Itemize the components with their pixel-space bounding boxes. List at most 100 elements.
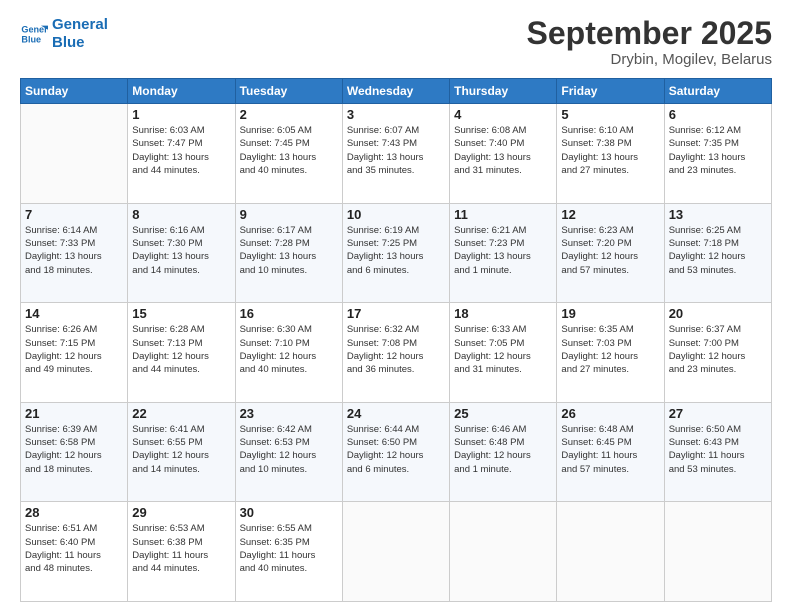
calendar-cell <box>450 502 557 602</box>
day-number: 20 <box>669 306 767 321</box>
calendar-cell <box>21 104 128 204</box>
week-row-2: 7 Sunrise: 6:14 AM Sunset: 7:33 PM Daylig… <box>21 203 772 303</box>
day-number: 17 <box>347 306 445 321</box>
day-info: Sunrise: 6:16 AM Sunset: 7:30 PM Dayligh… <box>132 224 230 277</box>
day-info: Sunrise: 6:28 AM Sunset: 7:13 PM Dayligh… <box>132 323 230 376</box>
day-info: Sunrise: 6:17 AM Sunset: 7:28 PM Dayligh… <box>240 224 338 277</box>
calendar-cell: 19 Sunrise: 6:35 AM Sunset: 7:03 PM Dayli… <box>557 303 664 403</box>
day-number: 6 <box>669 107 767 122</box>
day-number: 28 <box>25 505 123 520</box>
day-number: 25 <box>454 406 552 421</box>
day-info: Sunrise: 6:50 AM Sunset: 6:43 PM Dayligh… <box>669 423 767 476</box>
calendar-cell: 1Sunrise: 6:03 AM Sunset: 7:47 PM Daylig… <box>128 104 235 204</box>
day-info: Sunrise: 6:30 AM Sunset: 7:10 PM Dayligh… <box>240 323 338 376</box>
day-info: Sunrise: 6:55 AM Sunset: 6:35 PM Dayligh… <box>240 522 338 575</box>
col-header-wednesday: Wednesday <box>342 79 449 104</box>
calendar-cell: 20 Sunrise: 6:37 AM Sunset: 7:00 PM Dayli… <box>664 303 771 403</box>
day-number: 15 <box>132 306 230 321</box>
day-number: 18 <box>454 306 552 321</box>
location: Drybin, Mogilev, Belarus <box>527 51 772 68</box>
calendar-cell <box>557 502 664 602</box>
day-number: 14 <box>25 306 123 321</box>
calendar-cell: 27 Sunrise: 6:50 AM Sunset: 6:43 PM Dayli… <box>664 402 771 502</box>
day-number: 2 <box>240 107 338 122</box>
day-info: Sunrise: 6:08 AM Sunset: 7:40 PM Dayligh… <box>454 124 552 177</box>
calendar-cell: 6 Sunrise: 6:12 AM Sunset: 7:35 PM Daylig… <box>664 104 771 204</box>
calendar-cell <box>664 502 771 602</box>
calendar-cell: 26Sunrise: 6:48 AM Sunset: 6:45 PM Dayli… <box>557 402 664 502</box>
day-number: 5 <box>561 107 659 122</box>
calendar-cell: 10Sunrise: 6:19 AM Sunset: 7:25 PM Dayli… <box>342 203 449 303</box>
calendar-cell: 29Sunrise: 6:53 AM Sunset: 6:38 PM Dayli… <box>128 502 235 602</box>
logo-icon: General Blue <box>20 20 48 48</box>
calendar-cell: 28 Sunrise: 6:51 AM Sunset: 6:40 PM Dayli… <box>21 502 128 602</box>
day-info: Sunrise: 6:10 AM Sunset: 7:38 PM Dayligh… <box>561 124 659 177</box>
col-header-thursday: Thursday <box>450 79 557 104</box>
day-number: 27 <box>669 406 767 421</box>
week-row-5: 28 Sunrise: 6:51 AM Sunset: 6:40 PM Dayli… <box>21 502 772 602</box>
day-number: 1 <box>132 107 230 122</box>
day-number: 4 <box>454 107 552 122</box>
day-info: Sunrise: 6:35 AM Sunset: 7:03 PM Dayligh… <box>561 323 659 376</box>
day-number: 12 <box>561 207 659 222</box>
day-info: Sunrise: 6:44 AM Sunset: 6:50 PM Dayligh… <box>347 423 445 476</box>
logo-line1: General <box>52 16 108 34</box>
day-number: 3 <box>347 107 445 122</box>
day-number: 21 <box>25 406 123 421</box>
calendar: SundayMondayTuesdayWednesdayThursdayFrid… <box>20 78 772 602</box>
day-info: Sunrise: 6:05 AM Sunset: 7:45 PM Dayligh… <box>240 124 338 177</box>
col-header-sunday: Sunday <box>21 79 128 104</box>
calendar-cell: 2 Sunrise: 6:05 AM Sunset: 7:45 PM Daylig… <box>235 104 342 204</box>
calendar-cell: 24 Sunrise: 6:44 AM Sunset: 6:50 PM Dayli… <box>342 402 449 502</box>
day-number: 13 <box>669 207 767 222</box>
day-info: Sunrise: 6:41 AM Sunset: 6:55 PM Dayligh… <box>132 423 230 476</box>
day-info: Sunrise: 6:42 AM Sunset: 6:53 PM Dayligh… <box>240 423 338 476</box>
day-number: 19 <box>561 306 659 321</box>
day-info: Sunrise: 6:37 AM Sunset: 7:00 PM Dayligh… <box>669 323 767 376</box>
title-block: September 2025 Drybin, Mogilev, Belarus <box>527 16 772 68</box>
calendar-cell: 25Sunrise: 6:46 AM Sunset: 6:48 PM Dayli… <box>450 402 557 502</box>
calendar-cell: 11Sunrise: 6:21 AM Sunset: 7:23 PM Dayli… <box>450 203 557 303</box>
calendar-cell <box>342 502 449 602</box>
calendar-cell: 21Sunrise: 6:39 AM Sunset: 6:58 PM Dayli… <box>21 402 128 502</box>
day-info: Sunrise: 6:07 AM Sunset: 7:43 PM Dayligh… <box>347 124 445 177</box>
calendar-cell: 12Sunrise: 6:23 AM Sunset: 7:20 PM Dayli… <box>557 203 664 303</box>
col-header-monday: Monday <box>128 79 235 104</box>
day-number: 16 <box>240 306 338 321</box>
calendar-cell: 16 Sunrise: 6:30 AM Sunset: 7:10 PM Dayli… <box>235 303 342 403</box>
calendar-cell: 14Sunrise: 6:26 AM Sunset: 7:15 PM Dayli… <box>21 303 128 403</box>
day-number: 10 <box>347 207 445 222</box>
header: General Blue General Blue September 2025… <box>20 16 772 68</box>
week-row-3: 14Sunrise: 6:26 AM Sunset: 7:15 PM Dayli… <box>21 303 772 403</box>
calendar-header-row: SundayMondayTuesdayWednesdayThursdayFrid… <box>21 79 772 104</box>
day-number: 26 <box>561 406 659 421</box>
day-info: Sunrise: 6:51 AM Sunset: 6:40 PM Dayligh… <box>25 522 123 575</box>
calendar-cell: 4 Sunrise: 6:08 AM Sunset: 7:40 PM Daylig… <box>450 104 557 204</box>
day-info: Sunrise: 6:32 AM Sunset: 7:08 PM Dayligh… <box>347 323 445 376</box>
day-info: Sunrise: 6:53 AM Sunset: 6:38 PM Dayligh… <box>132 522 230 575</box>
calendar-cell: 5 Sunrise: 6:10 AM Sunset: 7:38 PM Daylig… <box>557 104 664 204</box>
day-info: Sunrise: 6:14 AM Sunset: 7:33 PM Dayligh… <box>25 224 123 277</box>
week-row-1: 1Sunrise: 6:03 AM Sunset: 7:47 PM Daylig… <box>21 104 772 204</box>
calendar-cell: 8 Sunrise: 6:16 AM Sunset: 7:30 PM Daylig… <box>128 203 235 303</box>
day-number: 24 <box>347 406 445 421</box>
col-header-saturday: Saturday <box>664 79 771 104</box>
page: General Blue General Blue September 2025… <box>0 0 792 612</box>
calendar-cell: 15 Sunrise: 6:28 AM Sunset: 7:13 PM Dayli… <box>128 303 235 403</box>
day-number: 8 <box>132 207 230 222</box>
calendar-cell: 23 Sunrise: 6:42 AM Sunset: 6:53 PM Dayli… <box>235 402 342 502</box>
day-info: Sunrise: 6:21 AM Sunset: 7:23 PM Dayligh… <box>454 224 552 277</box>
logo: General Blue General Blue <box>20 16 108 52</box>
week-row-4: 21Sunrise: 6:39 AM Sunset: 6:58 PM Dayli… <box>21 402 772 502</box>
calendar-cell: 30Sunrise: 6:55 AM Sunset: 6:35 PM Dayli… <box>235 502 342 602</box>
day-number: 7 <box>25 207 123 222</box>
calendar-cell: 3 Sunrise: 6:07 AM Sunset: 7:43 PM Daylig… <box>342 104 449 204</box>
calendar-cell: 17 Sunrise: 6:32 AM Sunset: 7:08 PM Dayli… <box>342 303 449 403</box>
calendar-cell: 7 Sunrise: 6:14 AM Sunset: 7:33 PM Daylig… <box>21 203 128 303</box>
col-header-tuesday: Tuesday <box>235 79 342 104</box>
calendar-cell: 13Sunrise: 6:25 AM Sunset: 7:18 PM Dayli… <box>664 203 771 303</box>
day-info: Sunrise: 6:12 AM Sunset: 7:35 PM Dayligh… <box>669 124 767 177</box>
day-number: 23 <box>240 406 338 421</box>
col-header-friday: Friday <box>557 79 664 104</box>
calendar-cell: 18Sunrise: 6:33 AM Sunset: 7:05 PM Dayli… <box>450 303 557 403</box>
